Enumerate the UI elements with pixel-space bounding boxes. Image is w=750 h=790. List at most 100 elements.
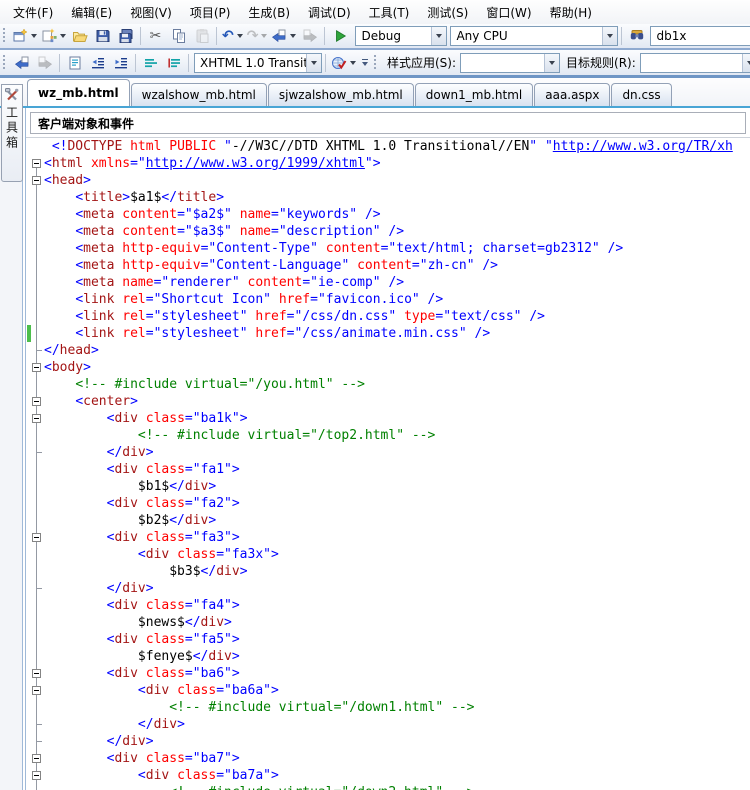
menu-item-3[interactable]: 视图(V) [121,1,181,24]
navigate-forward-button[interactable] [298,25,321,47]
toolbar-grip[interactable] [373,55,378,71]
menu-item-7[interactable]: 工具(T) [360,1,419,24]
cut-button[interactable]: ✂ [144,25,167,47]
code-line-21[interactable]: $b1$</div> [26,478,750,495]
target-rule-combo[interactable] [640,53,750,73]
collapse-region-icon[interactable] [32,159,41,168]
collapse-region-icon[interactable] [32,686,41,695]
add-new-item-button[interactable] [39,25,68,47]
decrease-indent-button[interactable] [86,52,109,74]
code-navigation-bar[interactable]: 客户端对象和事件 [30,112,746,134]
code-line-26[interactable]: $b3$</div> [26,563,750,580]
tab-sjwzalshow_mb.html[interactable]: sjwzalshow_mb.html [268,83,414,106]
code-line-9[interactable]: <meta name="renderer" content="ie-comp" … [26,274,750,291]
tab-dn.css[interactable]: dn.css [611,83,671,106]
code-line-38[interactable]: <div class="ba7a"> [26,767,750,784]
code-line-2[interactable]: <html xmlns="http://www.w3.org/1999/xhtm… [26,155,750,172]
code-line-36[interactable]: </div> [26,733,750,750]
solution-platform-combo[interactable]: Any CPU [450,26,618,46]
style-apply-combo[interactable] [460,53,560,73]
code-line-35[interactable]: </div> [26,716,750,733]
code-line-6[interactable]: <meta content="$a3$" name="description" … [26,223,750,240]
increase-indent-button[interactable] [109,52,132,74]
collapse-region-icon[interactable] [32,771,41,780]
check-page-validity-button[interactable] [329,52,358,74]
code-line-29[interactable]: $news$</div> [26,614,750,631]
code-line-39[interactable]: <!-- #include virtual="/down2.html" --> [26,784,750,790]
find-combo[interactable]: db1x [650,26,750,46]
toolbar-overflow-button[interactable] [358,53,371,73]
chevron-down-icon[interactable] [602,27,617,45]
menu-item-9[interactable]: 窗口(W) [477,1,540,24]
menu-item-5[interactable]: 生成(B) [239,1,299,24]
code-line-25[interactable]: <div class="fa3x"> [26,546,750,563]
chevron-down-icon[interactable] [544,54,559,72]
comment-selection-button[interactable] [139,52,162,74]
chevron-down-icon[interactable] [306,54,321,72]
menu-item-10[interactable]: 帮助(H) [541,1,601,24]
code-line-19[interactable]: </div> [26,444,750,461]
code-line-33[interactable]: <div class="ba6a"> [26,682,750,699]
tab-wzalshow_mb.html[interactable]: wzalshow_mb.html [131,83,267,106]
solution-configuration-combo[interactable]: Debug [355,26,447,46]
code-line-22[interactable]: <div class="fa2"> [26,495,750,512]
tab-down1_mb.html[interactable]: down1_mb.html [415,83,533,106]
toolbar-grip[interactable] [2,28,7,44]
code-line-12[interactable]: <link rel="stylesheet" href="/css/animat… [26,325,750,342]
code-line-34[interactable]: <!-- #include virtual="/down1.html" --> [26,699,750,716]
code-line-4[interactable]: <title>$a1$</title> [26,189,750,206]
code-line-31[interactable]: $fenye$</div> [26,648,750,665]
code-line-30[interactable]: <div class="fa5"> [26,631,750,648]
undo-button[interactable]: ↶ [220,25,245,47]
collapse-region-icon[interactable] [32,397,41,406]
code-line-1[interactable]: <!DOCTYPE html PUBLIC "-//W3C//DTD XHTML… [26,138,750,155]
navigate-backward-button[interactable] [269,25,298,47]
code-line-20[interactable]: <div class="fa1"> [26,461,750,478]
code-line-18[interactable]: <!-- #include virtual="/top2.html" --> [26,427,750,444]
find-button[interactable] [625,25,648,47]
collapse-region-icon[interactable] [32,533,41,542]
code-line-5[interactable]: <meta content="$a2$" name="keywords" /> [26,206,750,223]
navigate-forward-button[interactable] [33,52,56,74]
doctype-combo[interactable]: XHTML 1.0 Transitic [194,53,322,73]
menu-item-2[interactable]: 编辑(E) [62,1,121,24]
code-line-8[interactable]: <meta http-equiv="Content-Language" cont… [26,257,750,274]
sidebar-item-toolbox[interactable]: 工具箱 [1,84,23,182]
code-line-28[interactable]: <div class="fa4"> [26,597,750,614]
code-line-37[interactable]: <div class="ba7"> [26,750,750,767]
collapse-region-icon[interactable] [32,414,41,423]
code-line-13[interactable]: </head> [26,342,750,359]
menu-item-4[interactable]: 项目(P) [181,1,240,24]
code-line-32[interactable]: <div class="ba6"> [26,665,750,682]
collapse-region-icon[interactable] [32,363,41,372]
open-file-button[interactable] [68,25,91,47]
tab-wz_mb.html[interactable]: wz_mb.html [27,79,130,106]
start-debugging-button[interactable] [328,25,351,47]
collapse-region-icon[interactable] [32,669,41,678]
code-line-24[interactable]: <div class="fa3"> [26,529,750,546]
chevron-down-icon[interactable] [431,27,446,45]
code-line-17[interactable]: <div class="ba1k"> [26,410,750,427]
code-line-16[interactable]: <center> [26,393,750,410]
code-line-3[interactable]: <head> [26,172,750,189]
save-button[interactable] [91,25,114,47]
paste-button[interactable] [190,25,213,47]
code-editor[interactable]: <!DOCTYPE html PUBLIC "-//W3C//DTD XHTML… [26,138,750,790]
collapse-region-icon[interactable] [32,754,41,763]
copy-button[interactable] [167,25,190,47]
code-line-7[interactable]: <meta http-equiv="Content-Type" content=… [26,240,750,257]
navigate-backward-button[interactable] [10,52,33,74]
save-all-button[interactable] [114,25,137,47]
code-line-27[interactable]: </div> [26,580,750,597]
code-line-10[interactable]: <link rel="Shortcut Icon" href="favicon.… [26,291,750,308]
redo-button[interactable]: ↷ [245,25,270,47]
collapse-region-icon[interactable] [32,176,41,185]
client-objects-events-dropdown[interactable]: 客户端对象和事件 [31,115,134,132]
uncomment-selection-button[interactable] [162,52,185,74]
code-line-23[interactable]: $b2$</div> [26,512,750,529]
menu-item-1[interactable]: 文件(F) [4,1,62,24]
menu-item-8[interactable]: 测试(S) [418,1,477,24]
format-document-button[interactable] [63,52,86,74]
code-line-14[interactable]: <body> [26,359,750,376]
code-line-11[interactable]: <link rel="stylesheet" href="/css/dn.css… [26,308,750,325]
